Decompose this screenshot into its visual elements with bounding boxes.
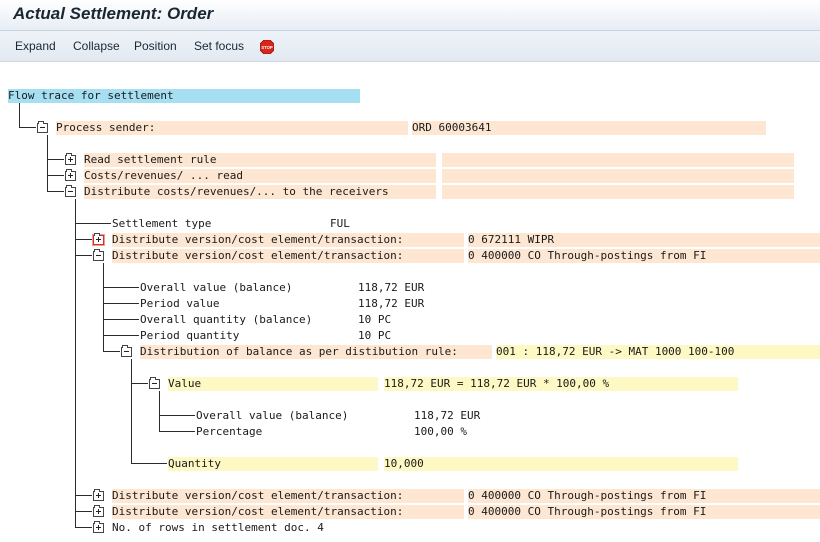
position-button[interactable]: Position <box>134 39 177 53</box>
set-focus-button[interactable]: Set focus <box>194 39 244 53</box>
period-quantity-label: Period quantity <box>140 329 240 342</box>
tree-line <box>159 431 195 432</box>
tree-line <box>19 103 20 127</box>
period-quantity-value: 10 PC <box>358 329 392 342</box>
quantity-node[interactable]: Quantity <box>168 457 378 471</box>
window-title: Actual Settlement: Order <box>13 4 214 23</box>
tree-root-flow-trace[interactable]: Flow trace for settlement <box>8 89 360 103</box>
value-node[interactable]: Value <box>168 377 378 391</box>
title-bar: Actual Settlement: Order <box>0 0 820 31</box>
distribute-receivers-value <box>442 185 794 199</box>
value-node-value: 118,72 EUR = 118,72 EUR * 100,00 % <box>384 377 738 391</box>
stop-icon-text: STOP <box>261 45 273 50</box>
tree-line <box>103 287 139 288</box>
tree-line <box>19 127 36 128</box>
process-sender-value: ORD 60003641 <box>412 121 766 135</box>
tree-line <box>75 527 92 528</box>
folder-open-icon[interactable] <box>149 377 160 389</box>
quantity-value: 10,000 <box>384 457 738 471</box>
costs-read-value <box>442 169 794 183</box>
distribution-balance-value: 001 : 118,72 EUR -> MAT 1000 100-100 <box>496 345 820 359</box>
overall-value-value-2: 118,72 EUR <box>414 409 481 422</box>
distribute-version-node-1[interactable]: Distribute version/cost element/transact… <box>112 233 464 247</box>
tree-line <box>159 415 195 416</box>
distribute-version-value-3: 0 400000 CO Through-postings from FI <box>468 489 820 503</box>
distribute-version-node-3[interactable]: Distribute version/cost element/transact… <box>112 489 464 503</box>
folder-open-icon[interactable] <box>121 345 132 357</box>
distribute-version-node-4[interactable]: Distribute version/cost element/transact… <box>112 505 464 519</box>
distribute-receivers-node[interactable]: Distribute costs/revenues/... to the rec… <box>84 185 436 199</box>
percentage-value: 100,00 % <box>414 425 467 438</box>
period-value-value: 118,72 EUR <box>358 297 425 310</box>
tree-line <box>103 303 139 304</box>
tree-line <box>47 191 64 192</box>
distribution-balance-node[interactable]: Distribution of balance as per distibuti… <box>140 345 492 359</box>
collapse-button[interactable]: Collapse <box>73 39 120 53</box>
tree-line <box>47 175 64 176</box>
distribute-version-value-4: 0 400000 CO Through-postings from FI <box>468 505 820 519</box>
percentage-label: Percentage <box>196 425 263 438</box>
process-sender-label[interactable]: Process sender: <box>56 121 408 135</box>
flow-trace-tree: Flow trace for settlement Process sender… <box>0 62 820 542</box>
folder-closed-icon[interactable] <box>65 153 76 165</box>
settlement-type-value: FUL <box>330 217 350 230</box>
tree-line <box>75 511 92 512</box>
overall-value-label-2: Overall value (balance) <box>196 409 349 422</box>
tree-line <box>159 391 160 431</box>
overall-quantity-label: Overall quantity (balance) <box>140 313 313 326</box>
folder-closed-icon[interactable] <box>93 489 104 501</box>
tree-line <box>75 199 76 528</box>
rows-settlement-doc-node[interactable]: No. of rows in settlement doc. 4 <box>112 521 464 535</box>
folder-closed-icon[interactable] <box>93 521 104 533</box>
tree-line <box>47 159 64 160</box>
stop-icon[interactable]: STOP <box>260 40 274 54</box>
costs-read-node[interactable]: Costs/revenues/ ... read <box>84 169 436 183</box>
tree-line <box>103 263 104 352</box>
tree-line <box>103 351 120 352</box>
folder-closed-icon[interactable] <box>93 233 104 245</box>
settlement-type-label: Settlement type <box>112 217 212 230</box>
read-settlement-rule-value <box>442 153 794 167</box>
folder-open-icon[interactable] <box>93 249 104 261</box>
overall-value-value: 118,72 EUR <box>358 281 425 294</box>
distribute-version-node-2[interactable]: Distribute version/cost element/transact… <box>112 249 464 263</box>
folder-open-icon[interactable] <box>37 121 48 133</box>
tree-line <box>131 359 132 464</box>
tree-line <box>103 335 139 336</box>
tree-line <box>75 223 111 224</box>
expand-button[interactable]: Expand <box>15 39 56 53</box>
tree-line <box>47 135 48 192</box>
tree-line <box>75 239 92 240</box>
distribute-version-value-2: 0 400000 CO Through-postings from FI <box>468 249 820 263</box>
tree-line <box>131 383 148 384</box>
period-value-label: Period value <box>140 297 220 310</box>
distribute-version-value-1: 0 672111 WIPR <box>468 233 820 247</box>
folder-closed-icon[interactable] <box>65 169 76 181</box>
tree-line <box>75 255 92 256</box>
overall-value-label: Overall value (balance) <box>140 281 293 294</box>
tree-line <box>103 319 139 320</box>
application-toolbar: Expand Collapse Position Set focus STOP <box>0 31 820 62</box>
tree-line <box>131 463 167 464</box>
read-settlement-rule-node[interactable]: Read settlement rule <box>84 153 436 167</box>
folder-open-icon[interactable] <box>65 185 76 197</box>
tree-line <box>75 495 92 496</box>
overall-quantity-value: 10 PC <box>358 313 392 326</box>
folder-closed-icon[interactable] <box>93 505 104 517</box>
